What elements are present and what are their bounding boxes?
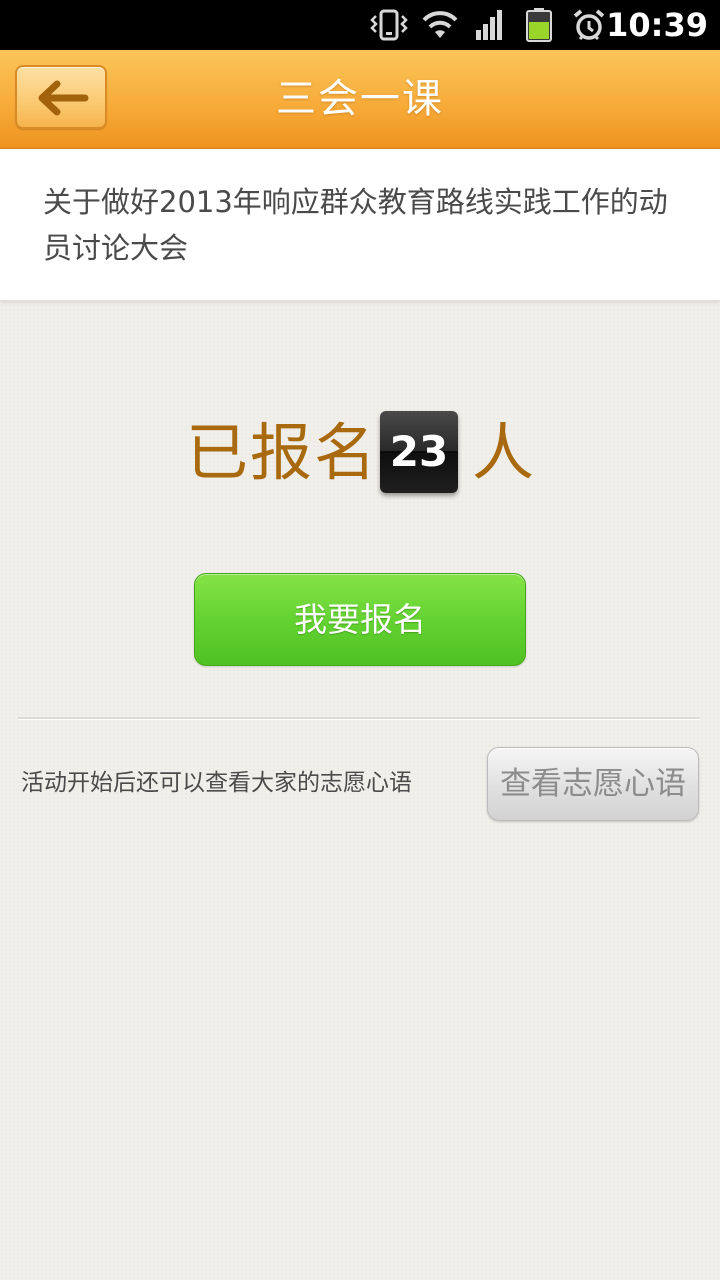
- page-title: 三会一课: [276, 76, 444, 122]
- battery-icon: [524, 8, 554, 42]
- alarm-icon: [572, 8, 606, 42]
- divider: [18, 717, 700, 720]
- registration-count-row: 已报名 23 人: [0, 405, 720, 505]
- registration-counter: 23: [380, 411, 458, 493]
- wifi-icon: [420, 8, 460, 42]
- status-bar: 10:39: [0, 0, 720, 50]
- back-arrow-icon: [38, 80, 89, 116]
- activity-title: 关于做好2013年响应群众教育路线实践工作的动员讨论大会: [43, 185, 668, 265]
- status-time: 10:39: [606, 6, 708, 44]
- signal-icon: [474, 8, 506, 42]
- registration-count: 23: [389, 427, 449, 476]
- view-volunteer-messages-button[interactable]: 查看志愿心语: [487, 747, 699, 821]
- vibrate-icon: [370, 8, 408, 42]
- registered-label: 已报名: [186, 416, 379, 489]
- back-button[interactable]: [15, 65, 107, 129]
- hint-text: 活动开始后还可以查看大家的志愿心语: [21, 770, 412, 796]
- people-unit-label: 人: [472, 416, 535, 489]
- register-button[interactable]: 我要报名: [194, 573, 526, 666]
- header-bar: 三会一课: [0, 50, 720, 149]
- activity-title-card: 关于做好2013年响应群众教育路线实践工作的动员讨论大会: [0, 149, 720, 301]
